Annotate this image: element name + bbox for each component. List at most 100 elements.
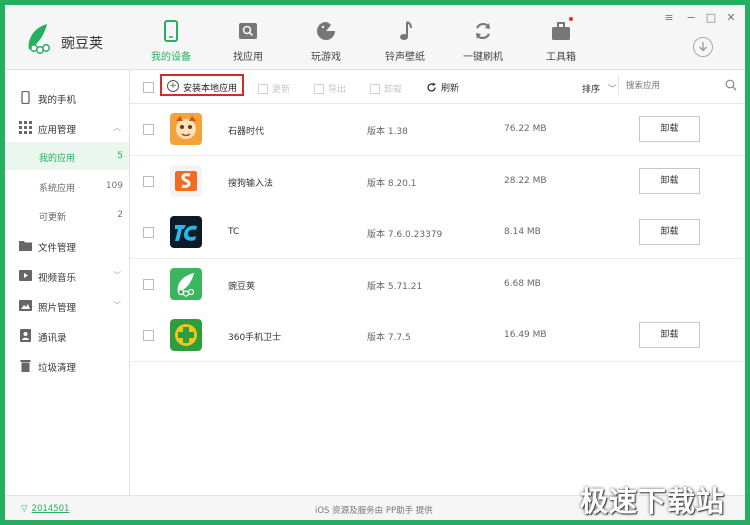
sidebar-item-my-phone[interactable]: 我的手机 [5, 83, 129, 111]
nav-ringtones-wallpapers[interactable]: 铃声壁纸 [369, 19, 441, 69]
update-label: 更新 [272, 85, 291, 95]
app-name: 360手机卫士 [228, 333, 282, 343]
app-size: 28.22 MB [504, 176, 547, 186]
app-list-row: 360手机卫士 版本 7.7.5 16.49 MB 卸载 [130, 310, 745, 362]
video-icon [19, 270, 32, 281]
nav-my-device[interactable]: 我的设备 [135, 19, 207, 69]
maximize-button[interactable]: □ [703, 11, 719, 24]
sidebar-subitem-system-apps[interactable]: 系统应用 109 [5, 172, 129, 200]
download-icon [699, 42, 707, 52]
sidebar-item-app-manage[interactable]: 应用管理 ︿ [5, 113, 129, 141]
app-row-checkbox[interactable] [143, 279, 154, 290]
install-local-app-label: 安装本地应用 [183, 84, 238, 94]
uninstall-button[interactable]: 卸载 [639, 116, 700, 142]
site-watermark: 极速下载站 [580, 485, 726, 518]
nav-one-click-flash-label: 一键刷机 [463, 52, 503, 63]
top-navigation-bar: 豌豆荚 我的设备 找应用 玩游戏 铃声壁纸 一键刷机 工具箱 ≡ − □ ✕ [5, 5, 745, 70]
search-input[interactable] [626, 79, 722, 93]
sidebar-subitem-updatable[interactable]: 可更新 2 [5, 201, 129, 229]
sidebar: 我的手机 应用管理 ︿ 我的应用 5 系统应用 109 可更新 2 文件管理 视… [5, 70, 130, 495]
toolbox-notification-dot [569, 17, 573, 21]
uninstall-button[interactable]: 卸载 [639, 168, 700, 194]
app-version: 版本 7.6.0.23379 [367, 230, 443, 240]
export-icon [314, 84, 324, 94]
sidebar-item-photo-manage[interactable]: 照片管理 ﹀ [5, 291, 129, 319]
nav-toolbox-label: 工具箱 [546, 52, 576, 63]
app-row-checkbox[interactable] [143, 330, 154, 341]
chevron-down-icon: ﹀ [113, 301, 121, 310]
sidebar-subitem-count: 5 [117, 151, 123, 161]
refresh-button[interactable]: 刷新 [426, 81, 459, 94]
sidebar-item-file-manage[interactable]: 文件管理 [5, 231, 129, 259]
app-version: 版本 7.7.5 [367, 333, 411, 343]
sort-dropdown[interactable]: 排序 ﹀ [582, 82, 617, 95]
sidebar-item-label: 视频音乐 [38, 273, 77, 284]
app-name: 搜狗输入法 [228, 179, 274, 189]
export-button[interactable]: 导出 [314, 82, 346, 95]
sidebar-item-contacts[interactable]: 通讯录 [5, 321, 129, 349]
sidebar-item-label: 通讯录 [38, 333, 67, 344]
sidebar-subitem-label: 系统应用 [39, 184, 76, 194]
grid-icon [19, 121, 32, 134]
sidebar-item-video-music[interactable]: 视频音乐 ﹀ [5, 261, 129, 289]
app-row-checkbox[interactable] [143, 227, 154, 238]
nav-find-apps[interactable]: 找应用 [212, 19, 284, 69]
store-icon [239, 23, 257, 39]
nav-games-label: 玩游戏 [311, 52, 341, 63]
sidebar-subitem-label: 我的应用 [39, 154, 76, 164]
sidebar-item-cleanup[interactable]: 垃圾清理 [5, 351, 129, 379]
nav-toolbox[interactable]: 工具箱 [525, 19, 597, 69]
refresh-label: 刷新 [441, 84, 460, 94]
chevron-down-icon: ﹀ [113, 271, 121, 280]
app-version: 版本 1.38 [367, 127, 408, 137]
app-name: 豌豆荚 [228, 282, 256, 292]
search-icon[interactable] [725, 79, 737, 91]
version-link[interactable]: 2014501 [32, 504, 70, 514]
install-local-app-button[interactable]: + 安装本地应用 [160, 74, 244, 96]
nav-one-click-flash[interactable]: 一键刷机 [447, 19, 519, 69]
app-name: 石器时代 [228, 127, 265, 137]
minimize-button[interactable]: − [683, 11, 699, 24]
folder-icon [19, 241, 32, 251]
app-list-toolbar: + 安装本地应用 更新 导出 卸载 刷新 排序 ﹀ [130, 70, 745, 104]
upload-icon [258, 84, 268, 94]
select-all-checkbox[interactable] [143, 82, 154, 93]
close-button[interactable]: ✕ [723, 11, 739, 24]
sidebar-item-label: 我的手机 [38, 95, 77, 106]
uninstall-selected-button[interactable]: 卸载 [370, 82, 402, 95]
photo-icon [19, 300, 32, 311]
uninstall-button[interactable]: 卸载 [639, 322, 700, 348]
version-info: ▽ 2014501 [21, 504, 69, 514]
update-button[interactable]: 更新 [258, 82, 290, 95]
nav-my-device-label: 我的设备 [151, 52, 191, 63]
contacts-icon [20, 329, 31, 342]
app-row-checkbox[interactable] [143, 124, 154, 135]
trash-icon [20, 360, 31, 372]
app-row-checkbox[interactable] [143, 176, 154, 187]
app-list-row: 搜狗输入法 版本 8.20.1 28.22 MB 卸载 [130, 156, 745, 208]
sidebar-item-label: 照片管理 [38, 303, 77, 314]
export-label: 导出 [328, 85, 347, 95]
menu-button[interactable]: ≡ [661, 11, 677, 24]
shiqi-shidai-app-icon [170, 113, 202, 145]
app-size: 16.49 MB [504, 330, 547, 340]
tc-app-icon [170, 216, 202, 248]
trash-icon [370, 84, 380, 94]
game-icon [317, 22, 335, 40]
360-security-app-icon [170, 319, 202, 351]
sidebar-item-label: 文件管理 [38, 243, 77, 254]
phone-icon [21, 91, 30, 104]
app-list-row: 石器时代 版本 1.38 76.22 MB 卸载 [130, 104, 745, 156]
download-manager-button[interactable] [693, 37, 713, 57]
sidebar-item-label: 应用管理 [38, 125, 77, 136]
app-logo-text: 豌豆荚 [61, 36, 103, 52]
app-name: TC [228, 227, 240, 237]
uninstall-button[interactable]: 卸载 [639, 219, 700, 245]
nav-games[interactable]: 玩游戏 [290, 19, 362, 69]
sogou-input-app-icon [170, 165, 202, 197]
chevron-up-icon: ︿ [113, 123, 121, 132]
sidebar-subitem-my-apps[interactable]: 我的应用 5 [5, 142, 129, 170]
app-list-row: 豌豆荚 版本 5.71.21 6.68 MB [130, 259, 745, 311]
uninstall-label: 卸载 [384, 85, 403, 95]
sidebar-subitem-count: 109 [105, 181, 123, 191]
